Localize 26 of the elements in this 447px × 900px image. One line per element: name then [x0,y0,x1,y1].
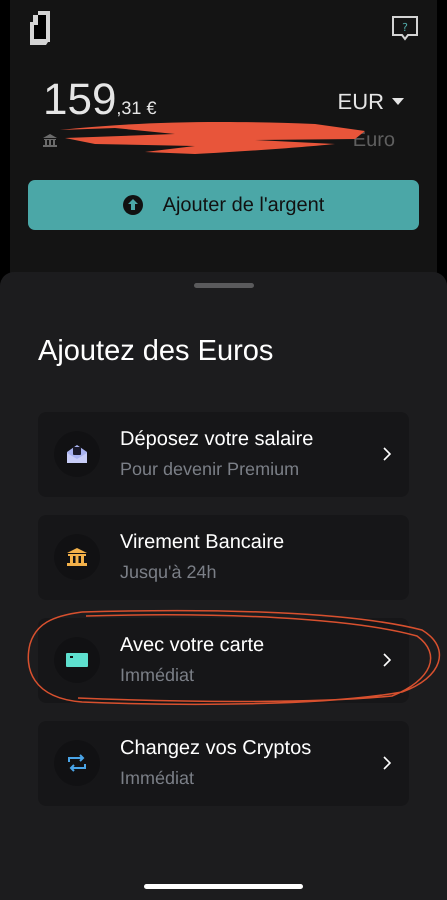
option-subtitle: Pour devenir Premium [120,458,300,481]
option-title: Changez vos Cryptos [120,736,312,762]
option-title: Virement Bancaire [120,530,286,556]
help-chat-icon[interactable]: ? [391,15,419,43]
caret-icon [392,98,404,105]
card-icon [66,653,88,667]
option-row[interactable]: Déposez votre salaire Pour devenir Premium [38,412,409,496]
balance-amount: 159 [43,78,116,122]
sheet-title: Ajoutez des Euros [38,334,274,369]
add-money-button[interactable]: Ajouter de l'argent [28,180,419,230]
option-subtitle: Immédiat [120,767,196,790]
currency-selector[interactable]: EUR [338,85,404,118]
balance-cents: ,31 € [116,97,156,120]
sheet-handle[interactable] [194,283,254,288]
option-row[interactable]: Virement Bancaire Jusqu'à 24h [38,514,409,600]
option-title: Déposez votre salaire [120,427,314,452]
option-subtitle: Immédiat [120,664,196,687]
bank-icon [43,134,57,146]
option-row[interactable]: Changez vos Cryptos Immédiat [38,720,409,806]
envelope-icon [67,445,87,463]
bank-icon [67,548,87,566]
exchange-icon [67,754,87,772]
option-title: Avec votre carte [120,633,266,658]
option-row[interactable]: Avec votre carte Immédiat [38,618,409,702]
upload-icon [122,195,143,215]
option-subtitle: Jusqu'à 24h [120,561,218,584]
